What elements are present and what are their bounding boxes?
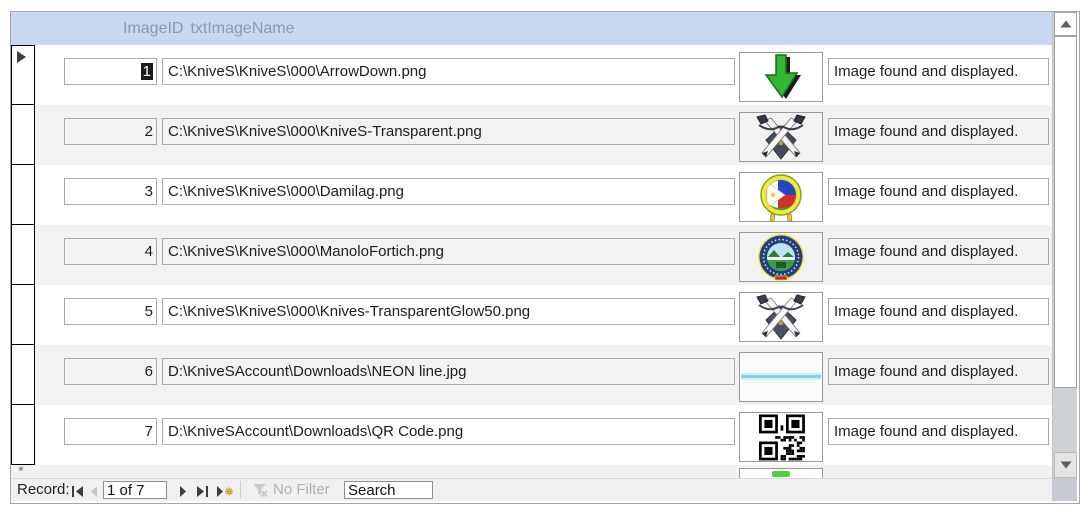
record-row: 7 D:\KniveSAccount\Downloads\QR Code.png…	[11, 405, 1052, 465]
record-selector[interactable]	[11, 45, 35, 105]
image-id-field[interactable]: 2	[64, 118, 157, 145]
damilag-seal-image	[760, 174, 802, 221]
image-id-field[interactable]: 3	[64, 178, 157, 205]
image-frame	[739, 292, 823, 342]
nav-separator	[240, 481, 241, 499]
partial-image-sliver	[772, 471, 790, 477]
knives-glow-image	[756, 294, 806, 340]
image-id-field[interactable]: 1	[64, 58, 157, 85]
status-field[interactable]: Image found and displayed.	[828, 418, 1049, 445]
scroll-down-button[interactable]	[1054, 452, 1077, 478]
record-row: 5 C:\KniveS\KniveS\000\Knives-Transparen…	[11, 285, 1052, 345]
image-id-field[interactable]: 5	[64, 298, 157, 325]
image-frame	[739, 232, 823, 282]
status-field[interactable]: Image found and displayed.	[828, 298, 1049, 325]
image-path-field[interactable]: C:\KniveS\KniveS\000\Knives-TransparentG…	[162, 298, 735, 325]
scrollbar-thumb[interactable]	[1054, 36, 1077, 388]
record-selector[interactable]	[11, 285, 35, 345]
record-selector[interactable]	[11, 225, 35, 285]
image-path-field[interactable]: C:\KniveS\KniveS\000\KniveS-Transparent.…	[162, 118, 735, 145]
search-input[interactable]	[344, 481, 433, 499]
record-navigation-bar: Record: No Filter	[11, 478, 1052, 501]
header-label-txtimagename: txtImageName	[190, 20, 295, 37]
record-label: Record:	[17, 481, 70, 498]
qr-code-image	[740, 413, 822, 461]
record-row: 2 C:\KniveS\KniveS\000\KniveS-Transparen…	[11, 105, 1052, 165]
record-position-input[interactable]	[103, 481, 167, 499]
status-field[interactable]: Image found and displayed.	[828, 358, 1049, 385]
scroll-up-icon	[1060, 20, 1071, 28]
image-frame	[739, 412, 823, 462]
access-form-window: ImageID txtImageName 1 C:\KniveS\KniveS\0…	[10, 11, 1080, 504]
image-frame	[739, 352, 823, 402]
image-path-field[interactable]: C:\KniveS\KniveS\000\Damilag.png	[162, 178, 735, 205]
records-area: 1 C:\KniveS\KniveS\000\ArrowDown.png Ima…	[11, 45, 1052, 478]
current-record-icon	[17, 51, 26, 63]
scroll-up-button[interactable]	[1054, 12, 1077, 36]
new-record-icon: *	[18, 465, 24, 478]
scroll-down-icon	[1060, 461, 1071, 469]
arrow-down-image	[764, 54, 801, 99]
no-filter-label: No Filter	[273, 481, 330, 498]
first-record-icon	[72, 486, 83, 497]
status-field[interactable]: Image found and displayed.	[828, 58, 1049, 85]
last-record-icon	[197, 486, 208, 497]
record-row: 4 C:\KniveS\KniveS\000\ManoloFortich.png	[11, 225, 1052, 285]
vertical-scrollbar[interactable]	[1052, 12, 1077, 478]
last-record-button[interactable]	[196, 484, 209, 502]
record-row: 1 C:\KniveS\KniveS\000\ArrowDown.png Ima…	[11, 45, 1052, 105]
image-id-field[interactable]: 6	[64, 358, 157, 385]
status-field[interactable]: Image found and displayed.	[828, 238, 1049, 265]
new-record-button[interactable]	[216, 484, 234, 502]
next-record-button[interactable]	[179, 484, 187, 502]
no-filter-icon	[253, 484, 268, 498]
header-labels: ImageID txtImageName	[123, 12, 302, 45]
record-selector[interactable]	[11, 405, 35, 465]
next-record-icon	[180, 486, 186, 497]
filter-indicator[interactable]	[252, 483, 269, 502]
first-record-button[interactable]	[71, 484, 84, 502]
record-selector[interactable]	[11, 345, 35, 405]
image-frame	[739, 172, 823, 222]
manolo-fortich-seal-image	[758, 234, 804, 281]
record-selector[interactable]	[11, 165, 35, 225]
previous-record-button[interactable]	[90, 484, 98, 502]
status-field[interactable]: Image found and displayed.	[828, 118, 1049, 145]
new-record-icon	[217, 486, 233, 497]
image-path-field[interactable]: C:\KniveS\KniveS\000\ManoloFortich.png	[162, 238, 735, 265]
image-path-field[interactable]: D:\KniveSAccount\Downloads\NEON line.jpg	[162, 358, 735, 385]
record-row: 6 D:\KniveSAccount\Downloads\NEON line.j…	[11, 345, 1052, 405]
scrollbar-corner	[1052, 478, 1077, 501]
image-id-field[interactable]: 4	[64, 238, 157, 265]
new-record-image-frame	[739, 468, 823, 478]
record-row: 3 C:\KniveS\KniveS\000\Damilag.png Image…	[11, 165, 1052, 225]
form-header: ImageID txtImageName	[11, 12, 1052, 45]
previous-record-icon	[91, 486, 97, 497]
new-record-row: *	[11, 465, 1052, 478]
image-frame	[739, 52, 823, 102]
image-id-field[interactable]: 7	[64, 418, 157, 445]
image-path-field[interactable]: C:\KniveS\KniveS\000\ArrowDown.png	[162, 58, 735, 85]
record-selector[interactable]	[11, 105, 35, 165]
image-path-field[interactable]: D:\KniveSAccount\Downloads\QR Code.png	[162, 418, 735, 445]
header-label-imageid: ImageID	[123, 20, 184, 37]
neon-line-image	[740, 353, 822, 401]
status-field[interactable]: Image found and displayed.	[828, 178, 1049, 205]
image-frame	[739, 112, 823, 162]
knives-logo-image	[756, 114, 806, 160]
